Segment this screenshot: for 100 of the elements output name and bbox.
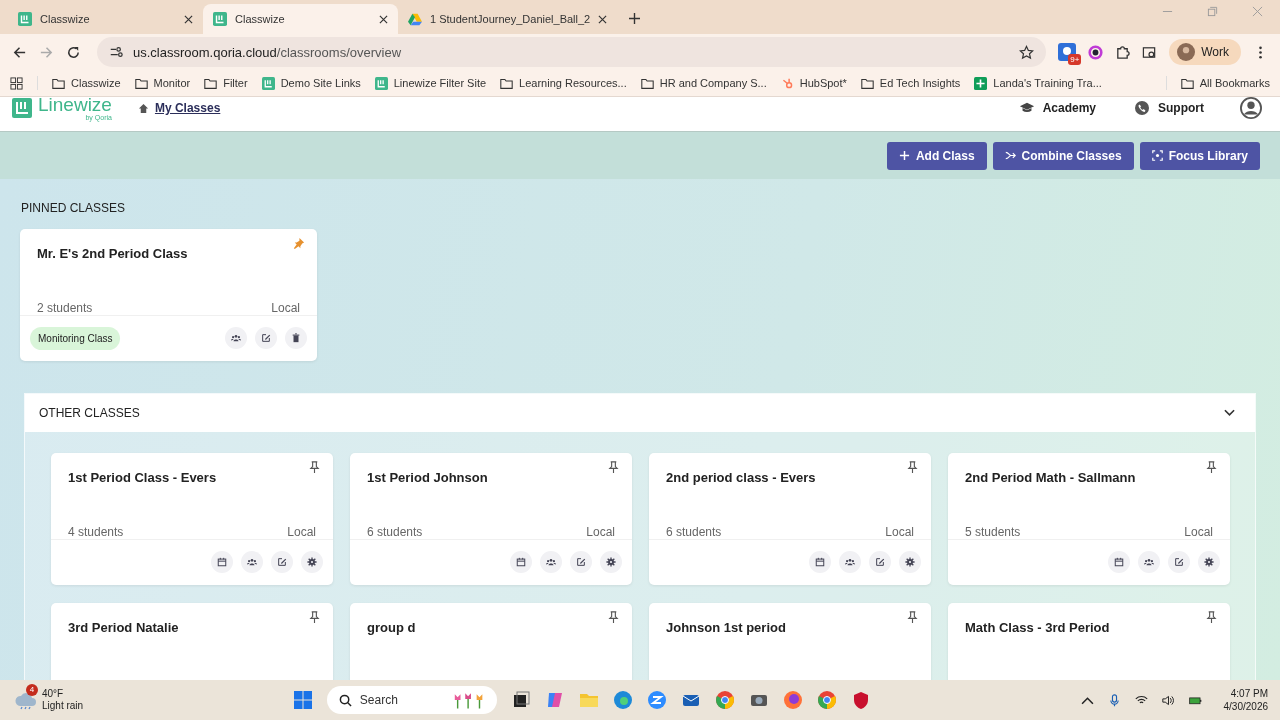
class-card[interactable]: Math Class - 3rd Period [948, 603, 1230, 680]
new-tab-icon[interactable] [629, 13, 641, 24]
group-button[interactable] [540, 551, 562, 574]
trash-icon [291, 333, 301, 344]
clock[interactable]: 4:07 PM 4/30/2026 [1223, 687, 1268, 713]
calendar-button[interactable] [510, 551, 532, 574]
volume-icon[interactable] [1161, 693, 1175, 707]
profile-button[interactable]: Work [1169, 39, 1241, 65]
pin-outline-icon[interactable] [906, 611, 919, 624]
microphone-icon[interactable] [1107, 693, 1121, 707]
pin-outline-icon[interactable] [308, 611, 321, 624]
folder-icon [134, 76, 148, 90]
app-logo-icon [374, 76, 388, 90]
delete-button[interactable] [285, 327, 307, 350]
bookmark-item[interactable]: Demo Site Links [261, 76, 361, 90]
calendar-button[interactable] [809, 551, 831, 574]
action-button[interactable]: Combine Classes [992, 141, 1134, 170]
edit-button[interactable] [570, 551, 592, 574]
pin-outline-icon[interactable] [1205, 461, 1218, 474]
tab-title: Classwize [235, 13, 286, 25]
bookmark-item[interactable]: HubSpot* [780, 76, 847, 90]
calendar-button[interactable] [1108, 551, 1130, 574]
bookmark-item[interactable]: Learning Resources... [500, 76, 627, 90]
folder-icon [1180, 76, 1194, 90]
close-icon[interactable] [598, 14, 608, 24]
folder-icon [500, 76, 514, 90]
pin-outline-icon[interactable] [308, 461, 321, 474]
merge-icon [1004, 150, 1016, 161]
bookmark-item[interactable]: Filter [204, 76, 248, 90]
group-button[interactable] [241, 551, 263, 574]
bookmark-item[interactable]: Linewize Filter Site [374, 76, 487, 90]
class-card[interactable]: Mr. E's 2nd Period Class 2 students Local Monitoring Class [20, 229, 317, 361]
class-name: 2nd period class - Evers [666, 470, 816, 487]
settings-button[interactable] [899, 551, 921, 574]
ring-icon[interactable] [1088, 44, 1104, 60]
group-button[interactable] [225, 327, 247, 350]
star-icon[interactable] [1019, 44, 1035, 60]
class-card[interactable]: group d [350, 603, 632, 680]
start-icon[interactable] [292, 690, 313, 710]
site-settings-icon[interactable] [109, 45, 123, 59]
people-icon [845, 557, 855, 568]
breadcrumb-link[interactable]: My Classes [154, 101, 221, 115]
user-avatar-icon[interactable] [1240, 97, 1262, 119]
browser-tab[interactable]: 1 StudentJourney_Daniel_Ball_2 [398, 4, 618, 34]
edit-button[interactable] [1168, 551, 1190, 574]
reload-icon[interactable] [66, 44, 81, 60]
group-button[interactable] [839, 551, 861, 574]
people-icon [546, 557, 556, 568]
edit-button[interactable] [255, 327, 277, 350]
chevron-icon[interactable] [1224, 409, 1235, 417]
date: 4/30/2026 [1223, 700, 1268, 713]
pin-outline-icon[interactable] [607, 611, 620, 624]
nav-link[interactable]: Academy [1018, 101, 1096, 115]
student-count: 5 students [965, 524, 1021, 539]
class-card[interactable]: Johnson 1st period [649, 603, 931, 680]
nav-link[interactable]: Support [1134, 101, 1204, 115]
search-field[interactable]: Search [326, 686, 497, 714]
bookmark-item[interactable]: Ed Tech Insights [860, 76, 961, 90]
browser-tab[interactable]: Classwize [8, 4, 203, 34]
settings-button[interactable] [600, 551, 622, 574]
tab-title: 1 StudentJourney_Daniel_Ball_2 [430, 13, 591, 25]
calendar-button[interactable] [211, 551, 233, 574]
edit-button[interactable] [869, 551, 891, 574]
browser-tab[interactable]: Classwize [203, 4, 398, 34]
class-card[interactable]: 1st Period Johnson 6 students Local [350, 453, 632, 585]
close-icon[interactable] [379, 14, 388, 24]
class-card[interactable]: 2nd period class - Evers 6 students Local [649, 453, 931, 585]
address-bar[interactable]: us.classroom.qoria.cloud/classrooms/overview [97, 37, 1047, 67]
close-icon[interactable] [184, 14, 193, 24]
sprocket-icon [780, 76, 794, 90]
pin-outline-icon[interactable] [906, 461, 919, 474]
class-card[interactable]: 3rd Period Natalie [51, 603, 333, 680]
bookmark-item[interactable]: Classwize [52, 76, 121, 90]
action-button[interactable]: Add Class [886, 141, 987, 170]
edit-button[interactable] [271, 551, 293, 574]
settings-button[interactable] [1198, 551, 1220, 574]
apps-icon[interactable] [10, 76, 23, 90]
folder-icon [640, 76, 654, 90]
class-name: 2nd Period Math - Sallmann [965, 470, 1136, 487]
bookmark-item[interactable]: HR and Company S... [640, 76, 767, 90]
extension-icon[interactable] [1058, 43, 1077, 61]
extensions-icon[interactable] [1115, 44, 1131, 60]
tab-search-icon[interactable] [1142, 44, 1158, 60]
section-heading: PINNED CLASSES [21, 201, 127, 215]
class-card[interactable]: 2nd Period Math - Sallmann 5 students Local [948, 453, 1230, 585]
class-card[interactable]: 1st Period Class - Evers 4 students Local [51, 453, 333, 585]
settings-button[interactable] [301, 551, 323, 574]
pin-outline-icon[interactable] [1205, 611, 1218, 624]
student-count: 2 students [37, 300, 93, 315]
bookmark-item[interactable]: Monitor [134, 76, 191, 90]
gear-icon [905, 557, 915, 568]
bookmark-item[interactable]: Landa's Training Tra... [974, 76, 1102, 90]
group-button[interactable] [1138, 551, 1160, 574]
people-icon [247, 557, 257, 568]
class-name: 1st Period Johnson [367, 470, 488, 487]
pin-outline-icon[interactable] [607, 461, 620, 474]
action-button[interactable]: Focus Library [1139, 141, 1260, 170]
class-source: Local [885, 524, 914, 539]
bookmark-item[interactable]: All Bookmarks [1180, 76, 1270, 90]
app-logo-icon [18, 12, 32, 26]
